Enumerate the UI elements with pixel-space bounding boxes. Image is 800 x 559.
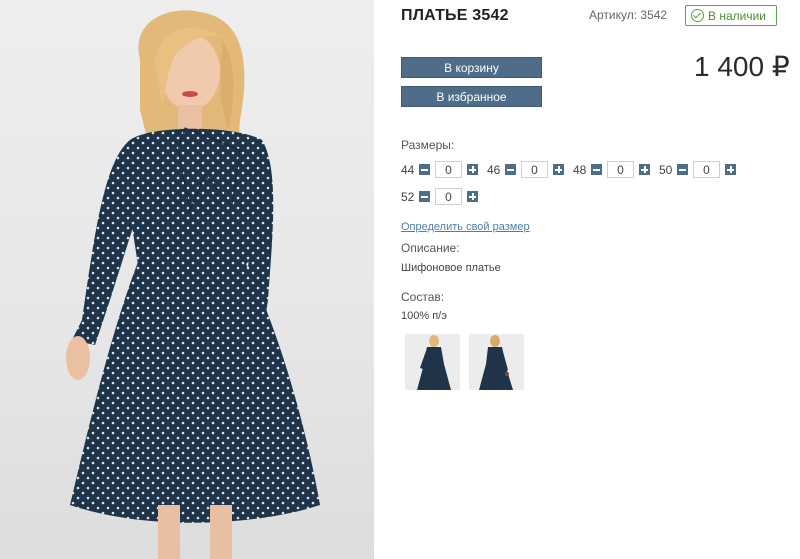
stock-label: В наличии (708, 8, 767, 23)
size-guide-link[interactable]: Определить свой размер (401, 221, 530, 233)
decrease-button[interactable] (591, 164, 602, 175)
product-price: 1 400 ₽ (694, 51, 790, 82)
product-main-photo (0, 0, 374, 559)
sizes-row: 52 (401, 188, 487, 205)
add-to-favorites-button[interactable]: В избранное (401, 86, 542, 107)
decrease-button[interactable] (677, 164, 688, 175)
description-text: Шифоновое платье (401, 262, 501, 274)
thumbnail-image (405, 334, 460, 390)
size-item: 46 (487, 161, 564, 178)
check-circle-icon (691, 9, 704, 22)
size-item: 52 (401, 188, 478, 205)
product-title: ПЛАТЬЕ 3542 (401, 7, 509, 24)
composition-label: Состав: (401, 290, 445, 304)
size-item: 48 (573, 161, 650, 178)
size-value: 48 (573, 162, 587, 177)
thumbnail-image (469, 334, 524, 390)
size-value: 50 (659, 162, 673, 177)
increase-button[interactable] (467, 191, 478, 202)
sizes-row: 44 46 48 50 (401, 161, 745, 178)
decrease-button[interactable] (505, 164, 516, 175)
composition-text: 100% п/э (401, 310, 447, 322)
size-item: 50 (659, 161, 736, 178)
decrease-button[interactable] (419, 191, 430, 202)
quantity-input[interactable] (693, 161, 720, 178)
product-thumbnail[interactable] (469, 334, 524, 390)
size-item: 44 (401, 161, 478, 178)
increase-button[interactable] (725, 164, 736, 175)
stock-badge: В наличии (685, 5, 777, 26)
sizes-label: Размеры: (401, 138, 455, 152)
quantity-input[interactable] (435, 188, 462, 205)
size-value: 52 (401, 189, 415, 204)
increase-button[interactable] (553, 164, 564, 175)
decrease-button[interactable] (419, 164, 430, 175)
description-label: Описание: (401, 241, 460, 255)
increase-button[interactable] (467, 164, 478, 175)
quantity-input[interactable] (521, 161, 548, 178)
size-value: 46 (487, 162, 501, 177)
product-sku: Артикул: 3542 (589, 8, 668, 22)
size-value: 44 (401, 162, 415, 177)
quantity-input[interactable] (435, 161, 462, 178)
quantity-input[interactable] (607, 161, 634, 178)
increase-button[interactable] (639, 164, 650, 175)
product-thumbnail[interactable] (405, 334, 460, 390)
add-to-cart-button[interactable]: В корзину (401, 57, 542, 78)
model-illustration (66, 10, 320, 559)
